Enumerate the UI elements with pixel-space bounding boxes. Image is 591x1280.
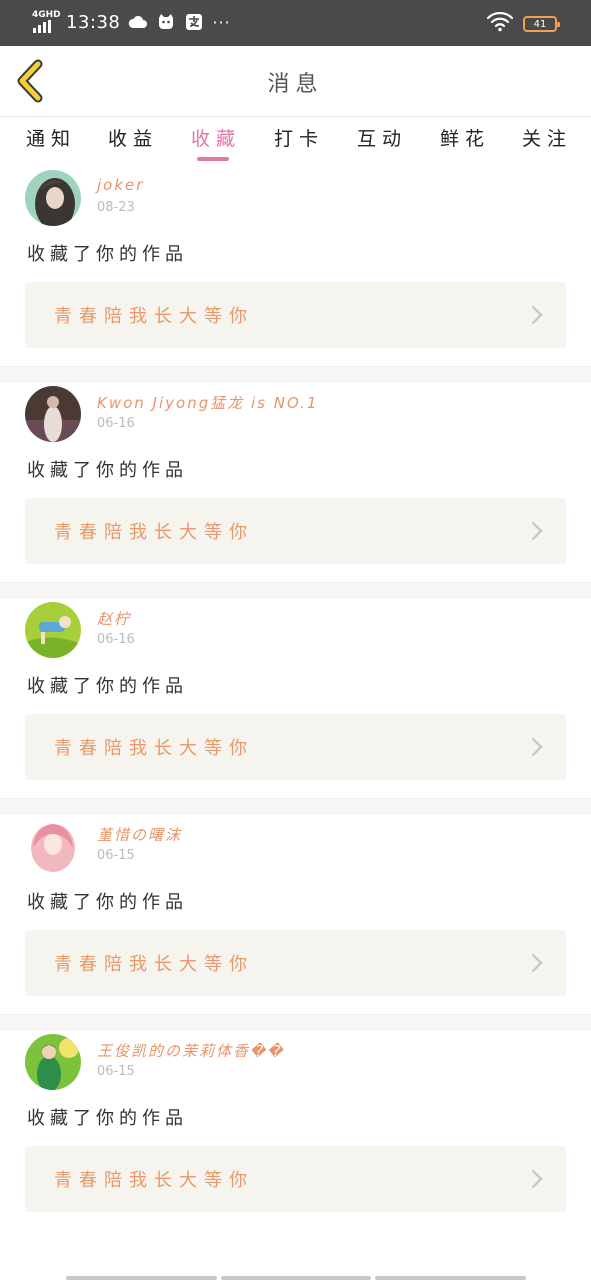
status-left: 4GHD 13:38 ···	[32, 10, 231, 34]
divider	[0, 1014, 591, 1030]
list-item: joker 08-23 收藏了你的作品 青春陪我长大等你	[0, 166, 591, 366]
tab-flowers[interactable]: 鲜花	[440, 124, 490, 151]
tab-favorites[interactable]: 收藏	[191, 124, 241, 151]
signal-indicator: 4GHD	[32, 10, 61, 33]
work-title: 青春陪我长大等你	[54, 954, 254, 975]
list-item: Kwon Jiyong猛龙 is NO.1 06-16 收藏了你的作品 青春陪我…	[0, 382, 591, 582]
chevron-right-icon	[531, 305, 543, 325]
timestamp: 06-15	[97, 1064, 135, 1079]
avatar[interactable]	[25, 170, 81, 226]
action-text: 收藏了你的作品	[27, 244, 188, 265]
tab-following[interactable]: 关注	[522, 124, 572, 151]
tab-bar: 通知 收益 收藏 打卡 互动 鲜花 关注	[0, 118, 591, 166]
work-title: 青春陪我长大等你	[54, 522, 254, 543]
timestamp: 06-16	[97, 416, 135, 431]
tab-interactions[interactable]: 互动	[357, 124, 407, 151]
signal-bars-icon	[33, 20, 51, 33]
work-link[interactable]: 青春陪我长大等你	[25, 714, 566, 780]
work-link[interactable]: 青春陪我长大等你	[25, 282, 566, 348]
chevron-right-icon	[531, 953, 543, 973]
divider	[0, 366, 591, 382]
chevron-right-icon	[531, 1169, 543, 1189]
work-title: 青春陪我长大等你	[54, 1170, 254, 1191]
cloud-icon	[128, 13, 148, 31]
battery-icon: 41	[523, 16, 560, 32]
avatar[interactable]	[25, 602, 81, 658]
status-right: 41	[486, 11, 560, 36]
gesture-bar	[66, 1276, 527, 1280]
list-item: 王俊凯的の茉莉体香�� 06-15 收藏了你的作品 青春陪我长大等你	[0, 1030, 591, 1230]
list-item: 赵柠 06-16 收藏了你的作品 青春陪我长大等你	[0, 598, 591, 798]
timestamp: 06-16	[97, 632, 135, 647]
active-tab-indicator	[197, 157, 229, 161]
work-title: 青春陪我长大等你	[54, 738, 254, 759]
divider	[0, 582, 591, 598]
status-bar: 4GHD 13:38 ··· 41	[0, 0, 591, 46]
chevron-right-icon	[531, 737, 543, 757]
tab-earnings[interactable]: 收益	[108, 124, 158, 151]
avatar[interactable]	[25, 386, 81, 442]
user-name[interactable]: Kwon Jiyong猛龙 is NO.1	[97, 392, 318, 413]
timestamp: 06-15	[97, 848, 135, 863]
work-link[interactable]: 青春陪我长大等你	[25, 1146, 566, 1212]
user-name[interactable]: joker	[97, 176, 144, 194]
work-link[interactable]: 青春陪我长大等你	[25, 930, 566, 996]
page-title: 消息	[267, 72, 324, 97]
tab-checkin[interactable]: 打卡	[274, 124, 324, 151]
wifi-icon	[486, 11, 514, 36]
tab-notifications[interactable]: 通知	[26, 124, 76, 151]
action-text: 收藏了你的作品	[27, 1108, 188, 1129]
chevron-right-icon	[531, 521, 543, 541]
avatar[interactable]	[25, 818, 81, 874]
avatar[interactable]	[25, 1034, 81, 1090]
timestamp: 08-23	[97, 200, 135, 215]
more-notifications-icon: ···	[212, 12, 231, 32]
network-type: 4GHD	[32, 10, 61, 20]
action-text: 收藏了你的作品	[27, 892, 188, 913]
work-title: 青春陪我长大等你	[54, 306, 254, 327]
action-text: 收藏了你的作品	[27, 676, 188, 697]
favorites-feed: joker 08-23 收藏了你的作品 青春陪我长大等你 Kwon Jiyong…	[0, 166, 591, 1230]
battery-level: 41	[533, 18, 547, 30]
alipay-icon	[184, 13, 204, 31]
action-text: 收藏了你的作品	[27, 460, 188, 481]
list-item: 堇惜の曙沫 06-15 收藏了你的作品 青春陪我长大等你	[0, 814, 591, 1014]
user-name[interactable]: 堇惜の曙沫	[97, 824, 182, 845]
app-header: 消息	[0, 46, 591, 117]
user-name[interactable]: 赵柠	[97, 608, 131, 629]
work-link[interactable]: 青春陪我长大等你	[25, 498, 566, 564]
user-name[interactable]: 王俊凯的の茉莉体香��	[97, 1040, 285, 1061]
cat-icon	[156, 13, 176, 31]
clock: 13:38	[66, 11, 121, 33]
divider	[0, 798, 591, 814]
